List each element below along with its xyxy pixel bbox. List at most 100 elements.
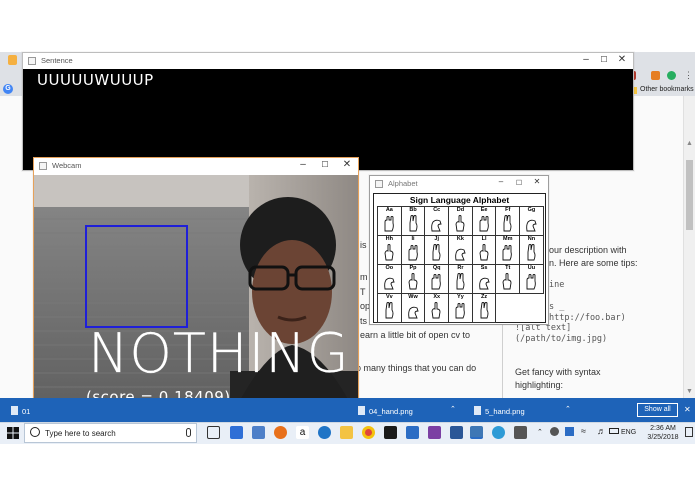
- alphabet-titlebar[interactable]: Alphabet – ☐ ✕: [370, 176, 548, 192]
- file-icon: [11, 406, 18, 415]
- hand-sign-icon: [384, 244, 394, 261]
- chevron-up-icon[interactable]: ⌃: [450, 405, 456, 413]
- prediction-label: NOTHING: [88, 322, 350, 385]
- terminal-icon[interactable]: [384, 426, 397, 439]
- search-icon: [30, 427, 40, 437]
- hand-sign-icon: [455, 248, 466, 261]
- sign-cell: Ff: [495, 206, 521, 236]
- hand-outline: [502, 273, 512, 290]
- sign-letter: Kk: [456, 236, 464, 242]
- file-explorer-icon[interactable]: [340, 426, 353, 439]
- active-app-icon[interactable]: [492, 426, 505, 439]
- app-icon[interactable]: [514, 426, 527, 439]
- extension-icon-2[interactable]: [651, 71, 660, 80]
- browser-menu-icon[interactable]: ⋮: [684, 70, 693, 81]
- maximize-icon[interactable]: ☐: [510, 179, 528, 187]
- maximize-icon[interactable]: ☐: [316, 160, 334, 169]
- webcam-window[interactable]: Webcam – ☐ ✕ NOTHING (score = 0.18409): [33, 157, 359, 420]
- download-item-3-label: 5_hand.png: [485, 407, 525, 416]
- dropbox-icon[interactable]: [230, 426, 243, 439]
- sentence-titlebar[interactable]: Sentence – ☐ ✕: [23, 53, 633, 69]
- hand-outline: [526, 219, 537, 232]
- sign-letter: Bb: [409, 207, 417, 213]
- hand-outline: [384, 244, 394, 261]
- python-icon[interactable]: [470, 426, 483, 439]
- scroll-down-icon[interactable]: ▼: [686, 388, 693, 395]
- hand-sign-icon: [455, 215, 465, 232]
- amazon-icon[interactable]: a: [296, 426, 309, 439]
- word-icon[interactable]: [450, 426, 463, 439]
- hand-sign-icon: [455, 303, 465, 319]
- language-indicator[interactable]: ENG: [621, 429, 636, 436]
- sign-cell: Hh: [377, 235, 402, 265]
- task-view-icon[interactable]: [207, 426, 220, 439]
- minimize-icon[interactable]: –: [294, 159, 312, 170]
- close-icon[interactable]: ✕: [528, 177, 546, 186]
- windows-start-icon[interactable]: [7, 427, 19, 439]
- sign-cell: Gg: [519, 206, 544, 236]
- close-icon[interactable]: ✕: [338, 159, 356, 170]
- store-icon[interactable]: [252, 426, 265, 439]
- hand-sign-icon: [478, 277, 490, 290]
- other-bookmarks[interactable]: Other bookmarks: [640, 86, 694, 93]
- show-all-button[interactable]: Show all: [637, 403, 678, 417]
- onenote-icon[interactable]: [428, 426, 441, 439]
- volume-icon[interactable]: ♬: [597, 426, 606, 436]
- firefox-icon[interactable]: [274, 426, 287, 439]
- sign-letter: Ss: [480, 265, 488, 271]
- minimize-icon[interactable]: –: [492, 177, 510, 186]
- downloads-bar: [0, 398, 695, 422]
- hand-sign-icon: [409, 215, 418, 232]
- hand-outline: [527, 244, 536, 261]
- sign-letter: Oo: [385, 265, 394, 271]
- page-left-line-5: ts: [360, 316, 368, 326]
- webcam-titlebar[interactable]: Webcam – ☐ ✕: [34, 158, 358, 175]
- sign-cell: Mm: [495, 235, 521, 265]
- close-icon[interactable]: ✕: [613, 54, 631, 65]
- sign-letter: Jj: [434, 236, 440, 242]
- edge-icon[interactable]: [318, 426, 331, 439]
- tray-chevron-icon[interactable]: ⌃: [537, 428, 543, 436]
- sign-letter: Rr: [457, 265, 464, 271]
- notifications-icon[interactable]: [685, 427, 693, 437]
- sign-cell: Ll: [471, 235, 497, 265]
- alphabet-window[interactable]: Alphabet – ☐ ✕ Sign Language Alphabet Aa…: [369, 175, 549, 325]
- hand-outline: [455, 248, 466, 261]
- tray-icon-1[interactable]: [550, 427, 559, 436]
- sign-letter: Pp: [409, 265, 417, 271]
- page-right-line-1: our description with: [549, 245, 627, 255]
- sign-cell: Yy: [448, 293, 473, 323]
- scroll-up-icon[interactable]: ▲: [686, 140, 693, 147]
- sign-cell: Qq: [424, 264, 450, 294]
- microphone-icon[interactable]: [186, 428, 191, 437]
- taskbar-clock[interactable]: 2:36 AM 3/25/2018: [642, 424, 684, 442]
- tray-icon-2[interactable]: [565, 427, 574, 436]
- sign-letter: Ll: [481, 236, 487, 242]
- sentence-window[interactable]: Sentence – ☐ ✕ UUUUUWUUUP: [22, 52, 634, 171]
- sign-letter: Nn: [527, 236, 536, 242]
- window-app-icon: [28, 57, 36, 65]
- mail-icon[interactable]: [406, 426, 419, 439]
- window-app-icon: [39, 162, 47, 170]
- search-placeholder: Type here to search: [45, 429, 116, 438]
- hand-outline: [385, 302, 394, 319]
- sign-letter: Gg: [527, 207, 536, 213]
- sign-letter: Yy: [457, 294, 464, 300]
- sign-grid: Aa Bb Cc Dd Ee Ff Gg Hh Ii Jj Kk Ll Mm Nn Oo Pp Qq Rr Ss Tt…: [377, 206, 544, 323]
- minimize-icon[interactable]: –: [577, 54, 595, 65]
- hand-sign-icon: [456, 273, 465, 290]
- bookmark-google-icon[interactable]: G: [3, 84, 13, 94]
- close-downloads-icon[interactable]: ✕: [684, 405, 691, 414]
- sign-letter: Ff: [505, 207, 511, 213]
- sign-cell: Pp: [400, 264, 426, 294]
- battery-icon[interactable]: [609, 428, 619, 434]
- taskbar-search-box[interactable]: Type here to search: [24, 423, 197, 443]
- window-app-icon: [375, 180, 383, 188]
- maximize-icon[interactable]: ☐: [595, 55, 613, 64]
- chevron-up-icon[interactable]: ⌃: [565, 405, 571, 413]
- extension-icon-3[interactable]: [667, 71, 676, 80]
- wifi-icon[interactable]: ≈: [581, 426, 586, 436]
- alphabet-heading: Sign Language Alphabet: [409, 195, 510, 205]
- page-scrollbar-thumb[interactable]: [686, 160, 693, 230]
- chrome-icon[interactable]: [362, 426, 375, 439]
